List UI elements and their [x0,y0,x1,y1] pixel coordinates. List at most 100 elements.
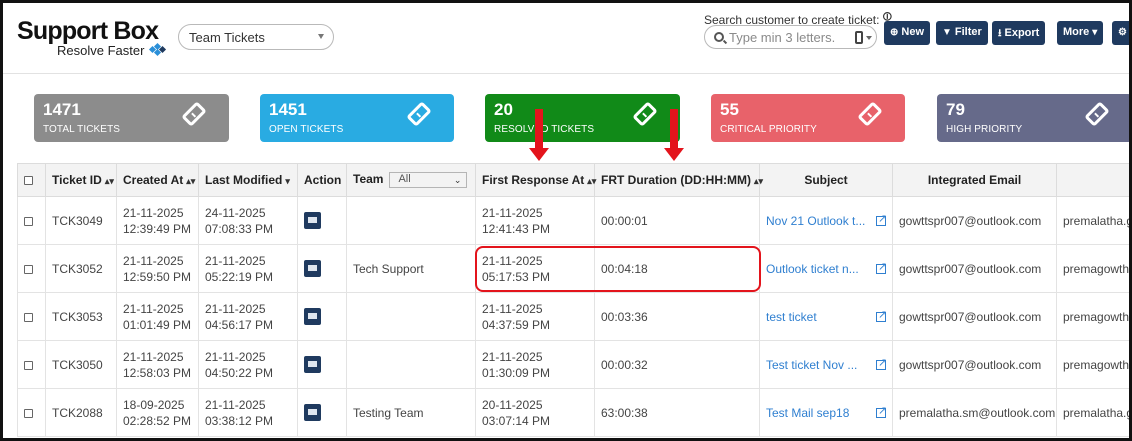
external-link-icon[interactable] [876,355,887,371]
external-link-icon[interactable] [876,307,887,323]
last-modified-cell: 21-11-2025 04:56:17 PM [198,292,298,341]
subject-cell: Outlook ticket n... [759,244,893,293]
phone-icon[interactable] [855,31,863,44]
ticket-id-cell[interactable]: TCK3050 [45,340,117,389]
sort-icon[interactable]: ▴▾ [105,176,114,187]
subject-link[interactable]: Nov 21 Outlook t... [766,214,865,228]
external-link-icon[interactable] [876,403,887,419]
header-ticket-id[interactable]: Ticket ID ▴▾ [45,163,117,197]
created-time: 01:01:49 PM [123,317,192,332]
modified-time: 04:50:22 PM [205,365,274,380]
ticket-icon [632,101,658,127]
last-modified-cell: 21-11-2025 05:22:19 PM [198,244,298,293]
chevron-down-icon[interactable] [866,36,872,40]
subject-link[interactable]: Test Mail sep18 [766,406,849,420]
created-date: 21-11-2025 [123,253,184,268]
header-customer [1056,163,1129,197]
header-frt-duration[interactable]: FRT Duration (DD:HH:MM) ▴▾ [594,163,763,197]
card-resolved-tickets[interactable]: 20 RESOLVED TICKETS [485,94,680,142]
select-all-checkbox[interactable] [24,176,33,186]
team-tickets-dropdown[interactable]: Team Tickets [178,24,334,50]
new-ticket-button[interactable]: ⊕ New [884,21,931,45]
modified-time: 03:38:12 PM [205,413,274,428]
customer-cell: premagowtha [1056,340,1129,389]
card-total-tickets[interactable]: 1471 TOTAL TICKETS [34,94,229,142]
top-header: Support Box Resolve Faster Team Tickets … [3,3,1129,74]
subject-link[interactable]: test ticket [766,310,817,324]
team-cell: Tech Support [346,244,476,293]
card-open-tickets[interactable]: 1451 OPEN TICKETS [260,94,454,142]
table-row[interactable]: TCK3050 21-11-2025 12:58:03 PM 21-11-2025 04… [17,340,1129,389]
ticket-icon [1084,101,1110,127]
row-checkbox[interactable] [24,360,33,370]
filter-button[interactable]: ▼ Filter [936,21,988,45]
tickets-table-container: Ticket ID ▴▾ Created At ▴▾ Last Modified ▾ … [17,163,1129,438]
tickets-table-body: TCK3049 21-11-2025 12:39:49 PM 24-11-2025 07… [17,196,1129,437]
external-link-icon[interactable] [876,211,887,227]
header-label: Integrated Email [927,173,1022,187]
team-cell [346,340,476,389]
more-button[interactable]: More ▾ [1057,21,1104,45]
view-ticket-icon[interactable] [304,308,321,326]
created-at-cell: 21-11-2025 12:58:03 PM [116,340,199,389]
team-filter-select[interactable]: All ⌄ [389,172,468,188]
table-row[interactable]: TCK2088 18-09-2025 02:28:52 PM 21-11-2025 03… [17,388,1129,437]
select-all-cell [17,163,46,197]
integrated-email-cell: gowttspr007@outlook.com [892,244,1057,293]
gears-icon: ⚙ [1118,27,1127,38]
last-modified-cell: 21-11-2025 03:38:12 PM [198,388,298,437]
first-response-time: 03:07:14 PM [482,413,551,428]
integrated-email-cell: gowttspr007@outlook.com [892,340,1057,389]
created-time: 02:28:52 PM [123,413,192,428]
card-high-priority[interactable]: 79 HIGH PRIORITY [937,94,1129,142]
view-ticket-icon[interactable] [304,356,321,374]
subject-link[interactable]: Test ticket Nov ... [766,358,857,372]
row-checkbox[interactable] [24,408,33,418]
row-checkbox[interactable] [24,312,33,322]
frt-duration-cell: 00:00:01 [594,196,760,245]
subject-cell: Test Mail sep18 [759,388,893,437]
export-button[interactable]: ⭳ Export [992,21,1046,45]
card-critical-priority[interactable]: 55 CRITICAL PRIORITY [711,94,905,142]
view-ticket-icon[interactable] [304,260,321,278]
external-link-icon[interactable] [876,259,887,275]
subject-link[interactable]: Outlook ticket n... [766,262,859,276]
customer-cell: premalatha.g [1056,388,1129,437]
ticket-id-cell[interactable]: TCK3049 [45,196,117,245]
action-cell [297,196,347,245]
table-row[interactable]: TCK3053 21-11-2025 01:01:49 PM 21-11-2025 04… [17,292,1129,341]
table-row[interactable]: TCK3049 21-11-2025 12:39:49 PM 24-11-2025 07… [17,196,1129,245]
download-icon: ⭳ [998,28,1002,39]
header-created-at[interactable]: Created At ▴▾ [116,163,199,197]
customer-search-input[interactable]: Type min 3 letters. [704,25,877,49]
first-response-cell: 21-11-2025 12:41:43 PM [475,196,595,245]
created-at-cell: 21-11-2025 12:39:49 PM [116,196,199,245]
row-checkbox[interactable] [24,264,33,274]
modified-time: 04:56:17 PM [205,317,274,332]
ticket-id-cell[interactable]: TCK3052 [45,244,117,293]
filter-label: Filter [954,26,982,38]
app-window: Support Box Resolve Faster Team Tickets … [0,0,1132,441]
settings-button[interactable]: ⚙ [1112,21,1129,45]
sort-icon[interactable]: ▴▾ [754,176,763,187]
card-count: 1471 [43,100,81,119]
modified-time: 07:08:33 PM [205,221,274,236]
sort-icon[interactable]: ▴▾ [587,176,596,187]
tickets-table: Ticket ID ▴▾ Created At ▴▾ Last Modified ▾ … [17,163,1129,437]
view-ticket-icon[interactable] [304,404,321,422]
header-last-modified[interactable]: Last Modified ▾ [198,163,298,197]
ticket-id-cell[interactable]: TCK3053 [45,292,117,341]
first-response-time: 12:41:43 PM [482,221,551,236]
ticket-id-cell[interactable]: TCK2088 [45,388,117,437]
row-checkbox[interactable] [24,216,33,226]
view-ticket-icon[interactable] [304,212,321,230]
header-first-response-at[interactable]: First Response At ▴▾ [475,163,596,197]
sort-icon[interactable]: ▴▾ [186,176,195,187]
action-cell [297,292,347,341]
sort-desc-icon[interactable]: ▾ [285,176,290,187]
caret-down-icon: ▾ [1092,27,1098,38]
brand-logo[interactable]: Support Box Resolve Faster [17,17,167,58]
modified-time: 05:22:19 PM [205,269,274,284]
created-time: 12:59:50 PM [123,269,192,284]
team-cell [346,292,476,341]
